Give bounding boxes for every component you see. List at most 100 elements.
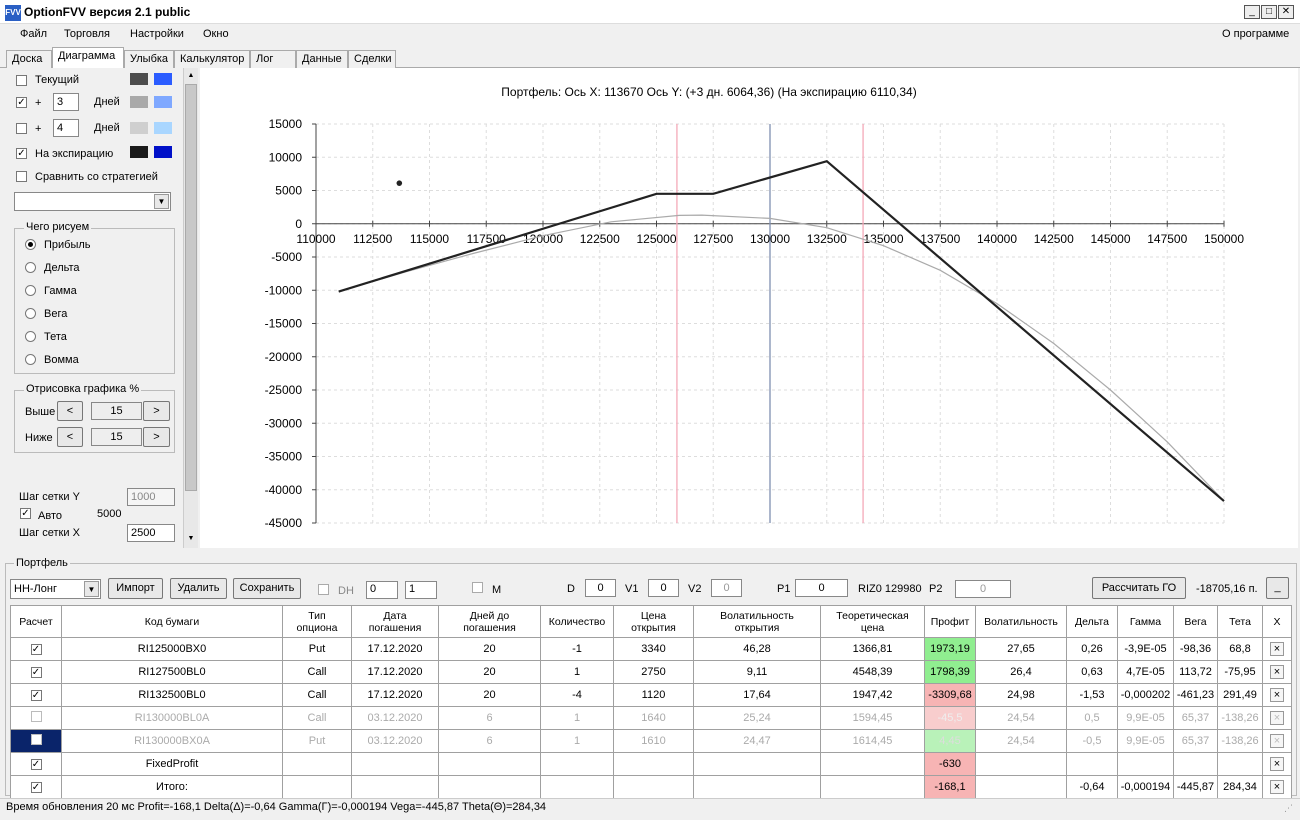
row-check-cell[interactable]: ✓ <box>10 637 62 661</box>
menu-settings[interactable]: Настройки <box>130 28 184 40</box>
tab-log[interactable]: Лог <box>250 50 296 68</box>
row-checkbox[interactable]: ✓ <box>30 667 42 678</box>
collapse-button[interactable]: _ <box>1266 577 1289 599</box>
table-row[interactable]: ✓ Итого: -168,1 -0,64 -0,000194 -445,87 284,34… <box>10 775 1292 799</box>
close-icon[interactable]: × <box>1270 665 1284 679</box>
tab-board[interactable]: Доска <box>6 50 52 68</box>
menu-window[interactable]: Окно <box>203 28 229 40</box>
chevron-down-icon[interactable]: ▼ <box>154 194 169 209</box>
row-remove-cell[interactable]: × <box>1262 729 1292 753</box>
grid-y-input[interactable]: 1000 <box>127 488 175 506</box>
plus2-color-swatch[interactable] <box>130 122 148 134</box>
tab-data[interactable]: Данные <box>296 50 348 68</box>
plus2-days-input[interactable]: 4 <box>53 119 79 137</box>
menu-about[interactable]: О программе <box>1222 28 1289 40</box>
column-header[interactable]: Расчет <box>10 605 62 638</box>
minimize-button[interactable]: _ <box>1244 5 1260 19</box>
expiry-color2-swatch[interactable] <box>154 146 172 158</box>
portfolio-combo[interactable]: НН-Лонг ▼ <box>10 579 101 599</box>
radio-profit[interactable] <box>25 239 36 250</box>
strategy-select[interactable]: ▼ <box>14 192 171 211</box>
scroll-thumb[interactable] <box>185 84 197 491</box>
auto-checkbox[interactable]: ✓ <box>20 508 31 519</box>
column-header[interactable]: Дельта <box>1066 605 1118 638</box>
column-header[interactable]: Тета <box>1217 605 1263 638</box>
row-check-cell[interactable]: ✓ <box>10 775 62 799</box>
table-row[interactable]: ✓ RI127500BL0 Call 17.12.2020 20 1 2750 9,11 454… <box>10 660 1292 684</box>
m-checkbox[interactable] <box>472 582 483 593</box>
compare-checkbox[interactable] <box>16 171 27 182</box>
column-header[interactable]: Код бумаги <box>61 605 283 638</box>
dh-checkbox[interactable] <box>318 584 329 595</box>
row-checkbox[interactable]: ✓ <box>30 644 42 655</box>
row-remove-cell[interactable]: × <box>1262 637 1292 661</box>
grid-x-input[interactable]: 2500 <box>127 524 175 542</box>
close-icon[interactable]: × <box>1270 711 1284 725</box>
chevron-down-icon[interactable]: ▼ <box>84 581 99 597</box>
close-icon[interactable]: × <box>1270 780 1284 794</box>
below-increase-button[interactable]: > <box>143 427 170 447</box>
v2-input[interactable]: 0 <box>711 579 742 597</box>
scroll-down-icon[interactable]: ▼ <box>185 532 197 546</box>
close-icon[interactable]: × <box>1270 688 1284 702</box>
tab-smile[interactable]: Улыбка <box>124 50 174 68</box>
column-header[interactable]: Цена открытия <box>613 605 694 638</box>
dh-spin2[interactable]: 1 <box>405 581 437 599</box>
radio-vega[interactable] <box>25 308 36 319</box>
plus1-days-input[interactable]: 3 <box>53 93 79 111</box>
row-checkbox[interactable]: ✓ <box>30 690 42 701</box>
radio-delta[interactable] <box>25 262 36 273</box>
close-button[interactable]: ✕ <box>1278 5 1294 19</box>
above-decrease-button[interactable]: < <box>57 401 83 421</box>
row-checkbox[interactable] <box>30 734 42 745</box>
expiry-checkbox[interactable]: ✓ <box>16 148 27 159</box>
tab-calculator[interactable]: Калькулятор <box>174 50 250 68</box>
d-input[interactable]: 0 <box>585 579 616 597</box>
table-row[interactable]: RI130000BL0A Call 03.12.2020 6 1 1640 25,24 159… <box>10 706 1292 730</box>
column-header[interactable]: Дней до погашения <box>438 605 541 638</box>
below-decrease-button[interactable]: < <box>57 427 83 447</box>
menu-file[interactable]: Файл <box>20 28 47 40</box>
close-icon[interactable]: × <box>1270 757 1284 771</box>
current-checkbox[interactable] <box>16 75 27 86</box>
row-check-cell[interactable] <box>10 729 62 753</box>
dh-spin1[interactable]: 0 <box>366 581 398 599</box>
row-check-cell[interactable]: ✓ <box>10 660 62 684</box>
row-check-cell[interactable]: ✓ <box>10 752 62 776</box>
row-remove-cell[interactable]: × <box>1262 775 1292 799</box>
p1-input[interactable]: 0 <box>795 579 848 597</box>
radio-vomma[interactable] <box>25 354 36 365</box>
expiry-color-swatch[interactable] <box>130 146 148 158</box>
menu-trading[interactable]: Торговля <box>64 28 110 40</box>
table-row[interactable]: ✓ FixedProfit -630 × <box>10 752 1292 776</box>
plus1-color-swatch[interactable] <box>130 96 148 108</box>
column-header[interactable]: Количество <box>540 605 614 638</box>
resize-grip-icon[interactable]: ⋰ <box>1284 803 1293 814</box>
plus1-color2-swatch[interactable] <box>154 96 172 108</box>
plus1-checkbox[interactable]: ✓ <box>16 97 27 108</box>
row-checkbox[interactable]: ✓ <box>30 759 42 770</box>
plus2-checkbox[interactable] <box>16 123 27 134</box>
left-panel-scrollbar[interactable]: ▲ ▼ <box>183 68 198 548</box>
tab-diagram[interactable]: Диаграмма <box>52 47 124 68</box>
row-checkbox[interactable] <box>30 711 42 722</box>
row-check-cell[interactable] <box>10 706 62 730</box>
column-header[interactable]: Гамма <box>1117 605 1174 638</box>
row-remove-cell[interactable]: × <box>1262 752 1292 776</box>
row-remove-cell[interactable]: × <box>1262 683 1292 707</box>
p2-input[interactable]: 0 <box>955 580 1011 598</box>
column-header[interactable]: Теоретическая цена <box>820 605 925 638</box>
table-row[interactable]: ✓ RI132500BL0 Call 17.12.2020 20 -4 1120 17,64 1… <box>10 683 1292 707</box>
profit-chart[interactable]: Портфель: Ось X: 113670 Ось Y: (+3 дн. 6… <box>200 68 1298 548</box>
column-header[interactable]: Дата погашения <box>351 605 439 638</box>
close-icon[interactable]: × <box>1270 642 1284 656</box>
column-header[interactable]: Волатильность <box>975 605 1067 638</box>
column-header[interactable]: X <box>1262 605 1292 638</box>
column-header[interactable]: Профит <box>924 605 976 638</box>
current-color-swatch[interactable] <box>130 73 148 85</box>
plus2-color2-swatch[interactable] <box>154 122 172 134</box>
maximize-button[interactable]: □ <box>1261 5 1277 19</box>
radio-theta[interactable] <box>25 331 36 342</box>
row-checkbox[interactable]: ✓ <box>30 782 42 793</box>
column-header[interactable]: Вега <box>1173 605 1218 638</box>
